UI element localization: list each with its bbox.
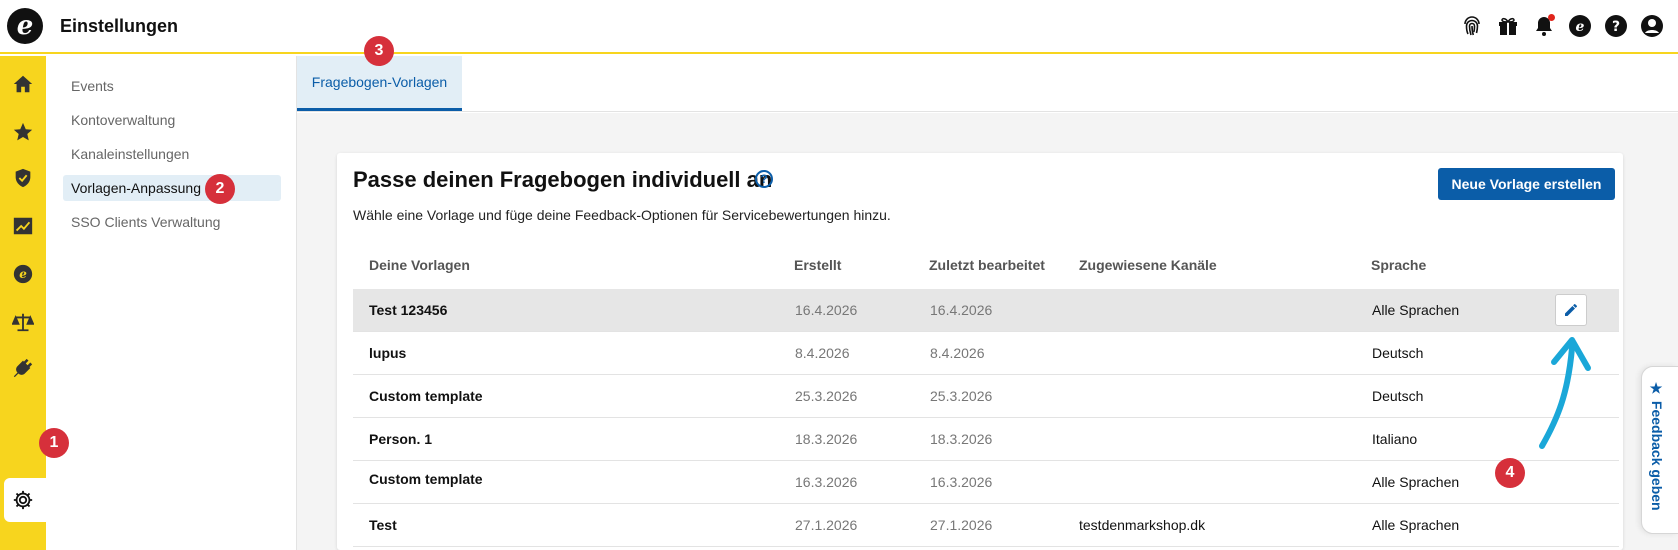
scales-icon[interactable] bbox=[11, 310, 35, 334]
template-name: Custom template bbox=[369, 471, 483, 487]
created-date: 27.1.2026 bbox=[795, 517, 858, 533]
new-template-button[interactable]: Neue Vorlage erstellen bbox=[1438, 168, 1615, 200]
created-date: 8.4.2026 bbox=[795, 345, 850, 361]
table-row[interactable]: Custom template 16.3.2026 16.3.2026 Alle… bbox=[353, 461, 1619, 504]
feedback-label: ★ Feedback geben bbox=[1649, 381, 1665, 511]
language: Italiano bbox=[1372, 431, 1418, 447]
created-date: 18.3.2026 bbox=[795, 431, 858, 447]
page-title: Einstellungen bbox=[60, 16, 179, 36]
language: Deutsch bbox=[1372, 345, 1424, 361]
edited-date: 8.4.2026 bbox=[930, 345, 985, 361]
col-header-templates[interactable]: Deine Vorlagen bbox=[369, 257, 470, 273]
col-header-created[interactable]: Erstellt bbox=[794, 257, 841, 273]
template-name: Person. 1 bbox=[369, 431, 433, 447]
shield-icon[interactable] bbox=[11, 166, 35, 190]
home-icon[interactable] bbox=[11, 72, 35, 96]
template-name: Custom template bbox=[369, 388, 483, 404]
template-name: lupus bbox=[369, 345, 407, 361]
user-icon[interactable] bbox=[1640, 14, 1664, 38]
e-circle-icon[interactable]: e bbox=[1568, 14, 1592, 38]
gear-icon[interactable] bbox=[11, 488, 35, 512]
e-circle-icon[interactable]: e bbox=[11, 262, 35, 286]
edited-date: 27.1.2026 bbox=[930, 517, 993, 533]
tab-bar: Fragebogen-Vorlagen bbox=[297, 56, 1678, 112]
col-header-language[interactable]: Sprache bbox=[1371, 257, 1426, 273]
submenu-item-vorlagen-anpassung[interactable]: Vorlagen-Anpassung bbox=[63, 175, 281, 201]
help-icon[interactable]: ? bbox=[1604, 14, 1628, 38]
notification-dot bbox=[1548, 14, 1555, 21]
table-row[interactable]: Test 123456 16.4.2026 16.4.2026 Alle Spr… bbox=[353, 289, 1619, 332]
language: Deutsch bbox=[1372, 388, 1424, 404]
submenu-item-sso-clients[interactable]: SSO Clients Verwaltung bbox=[63, 209, 281, 235]
col-header-channels: Zugewiesene Kanäle bbox=[1079, 257, 1217, 273]
language: Alle Sprachen bbox=[1372, 474, 1460, 490]
annotation-badge-4: 4 bbox=[1495, 458, 1525, 488]
app-logo[interactable]: e bbox=[7, 8, 43, 44]
card-title: Passe deinen Fragebogen individuell an bbox=[353, 167, 773, 192]
bell-icon[interactable] bbox=[1532, 14, 1556, 38]
language: Alle Sprachen bbox=[1372, 302, 1460, 318]
annotation-badge-1: 1 bbox=[39, 428, 69, 458]
edited-date: 18.3.2026 bbox=[930, 431, 993, 447]
svg-text:e: e bbox=[1576, 19, 1585, 35]
gift-icon[interactable] bbox=[1496, 14, 1520, 38]
submenu-item-events[interactable]: Events bbox=[63, 73, 281, 99]
created-date: 25.3.2026 bbox=[795, 388, 858, 404]
annotation-arrow bbox=[1539, 337, 1591, 449]
feedback-side-tab[interactable]: ★ Feedback geben bbox=[1641, 366, 1678, 534]
card-subtitle: Wähle eine Vorlage und füge deine Feedba… bbox=[353, 207, 891, 223]
plug-icon[interactable] bbox=[11, 356, 35, 380]
table-row[interactable]: lupus 8.4.2026 8.4.2026 Deutsch bbox=[353, 332, 1619, 375]
submenu-item-kontoverwaltung[interactable]: Kontoverwaltung bbox=[63, 107, 281, 133]
top-header: e Einstellungen e ? bbox=[0, 0, 1678, 54]
star-icon: ★ bbox=[1649, 381, 1665, 401]
settings-submenu: Events Kontoverwaltung Kanaleinstellunge… bbox=[46, 56, 297, 550]
template-name: Test 123456 bbox=[369, 302, 448, 318]
edited-date: 25.3.2026 bbox=[930, 388, 993, 404]
submenu-item-kanaleinstellungen[interactable]: Kanaleinstellungen bbox=[63, 141, 281, 167]
edited-date: 16.3.2026 bbox=[930, 474, 993, 490]
pencil-icon bbox=[1565, 304, 1577, 316]
help-circle-icon[interactable]: ? bbox=[755, 170, 773, 188]
edit-button[interactable] bbox=[1555, 294, 1587, 326]
svg-text:e: e bbox=[19, 267, 27, 281]
chart-icon[interactable] bbox=[11, 214, 35, 238]
annotation-badge-3: 3 bbox=[364, 36, 394, 66]
star-icon[interactable] bbox=[11, 120, 35, 144]
templates-card: Passe deinen Fragebogen individuell an ?… bbox=[337, 153, 1623, 550]
main-nav-rail: e bbox=[0, 56, 46, 550]
created-date: 16.4.2026 bbox=[795, 302, 858, 318]
assigned-channels: testdenmarkshop.dk bbox=[1079, 517, 1206, 533]
template-name: Test bbox=[369, 517, 397, 533]
svg-text:?: ? bbox=[1612, 19, 1620, 35]
language: Alle Sprachen bbox=[1372, 517, 1460, 533]
table-header: Deine Vorlagen Erstellt Zuletzt bearbeit… bbox=[353, 257, 1619, 279]
fingerprint-icon[interactable] bbox=[1460, 14, 1484, 38]
table-row[interactable]: Person. 1 18.3.2026 18.3.2026 Italiano bbox=[353, 418, 1619, 461]
header-icons: e ? bbox=[1460, 14, 1664, 38]
table-row[interactable]: Custom template 25.3.2026 25.3.2026 Deut… bbox=[353, 375, 1619, 418]
annotation-badge-2: 2 bbox=[205, 174, 235, 204]
created-date: 16.3.2026 bbox=[795, 474, 858, 490]
edited-date: 16.4.2026 bbox=[930, 302, 993, 318]
table-row[interactable]: Test 27.1.2026 27.1.2026 testdenmarkshop… bbox=[353, 504, 1619, 547]
col-header-edited[interactable]: Zuletzt bearbeitet bbox=[929, 257, 1045, 273]
